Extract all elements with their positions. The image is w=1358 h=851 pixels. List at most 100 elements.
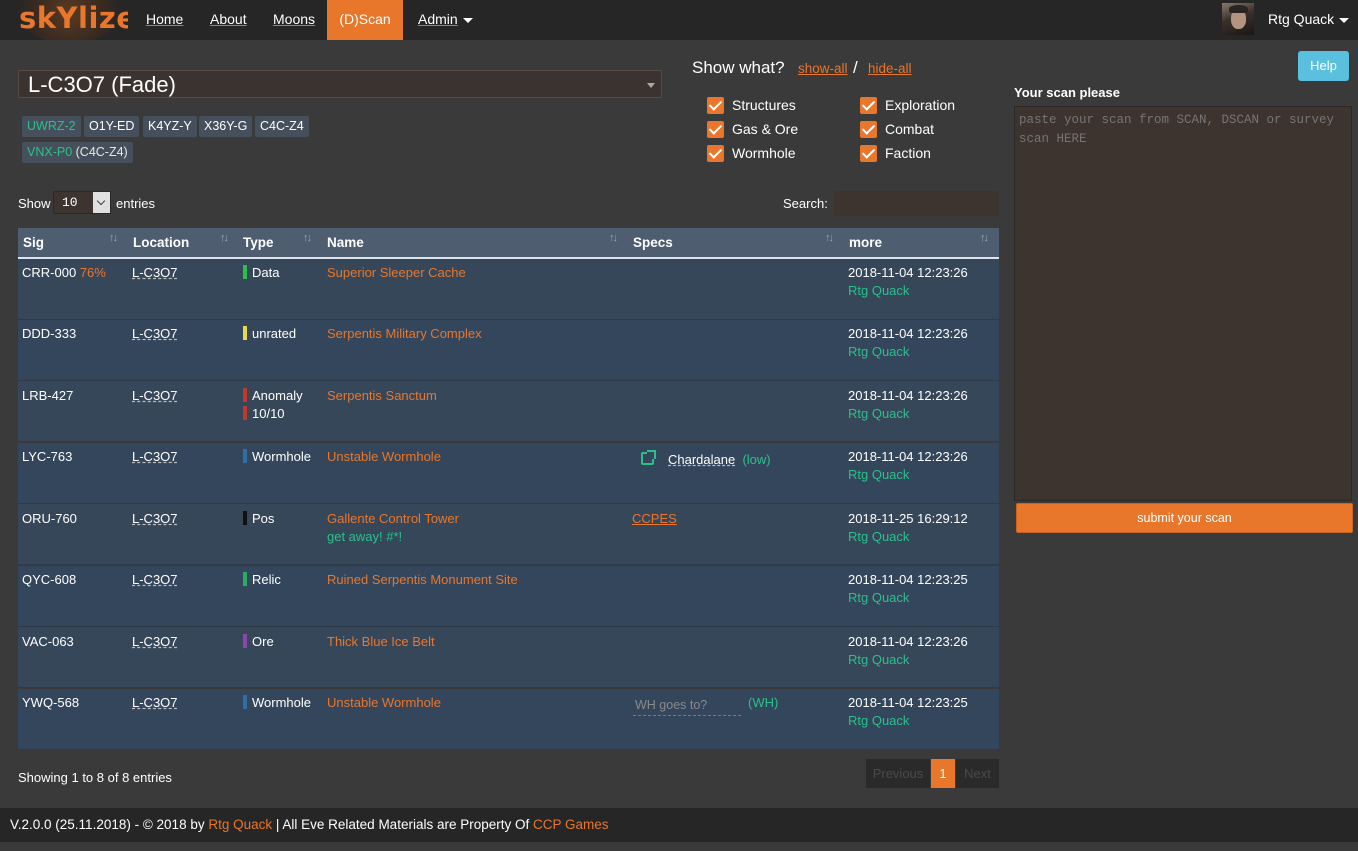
name-link[interactable]: Serpentis Sanctum [327, 388, 437, 403]
column-more[interactable]: more [849, 235, 882, 250]
location-link[interactable]: L-C3O7 [132, 388, 178, 403]
type-label: Pos [252, 511, 275, 526]
hide-all-link[interactable]: hide-all [868, 61, 912, 76]
system-select[interactable]: L-C3O7 (Fade) [18, 70, 662, 98]
date-cell: 2018-11-25 16:29:12 [848, 511, 968, 526]
sort-icon[interactable]: ↑↓ [220, 232, 229, 244]
corporation-link[interactable]: CCPES [632, 511, 677, 526]
sort-icon[interactable]: ↑↓ [303, 232, 312, 244]
search-input[interactable] [834, 191, 999, 216]
destination-link[interactable]: Chardalane [668, 452, 735, 467]
combat-checkbox[interactable] [860, 121, 877, 138]
type-label: unrated [252, 326, 297, 341]
logo[interactable]: skYlizer [10, 0, 128, 40]
name-link[interactable]: Unstable Wormhole [327, 449, 441, 464]
nav-about[interactable]: About [210, 0, 247, 40]
author-cell[interactable]: Rtg Quack [848, 590, 909, 605]
combat-label: Combat [885, 121, 935, 137]
location-link[interactable]: L-C3O7 [132, 511, 178, 526]
sort-icon[interactable]: ↑↓ [980, 232, 989, 244]
table-row[interactable]: LRB-427 L-C3O7 Anomaly 10/10 Serpentis S… [18, 381, 999, 442]
sort-icon[interactable]: ↑↓ [825, 232, 834, 244]
table-row[interactable]: CRR-000 76% L-C3O7 Data Superior Sleeper… [18, 259, 999, 320]
table-row[interactable]: LYC-763 L-C3O7 Wormhole Unstable Wormhol… [18, 443, 999, 504]
type-label: Data [252, 265, 280, 280]
table-row[interactable]: YWQ-568 L-C3O7 Wormhole Unstable Wormhol… [18, 689, 999, 750]
author-cell[interactable]: Rtg Quack [848, 652, 909, 667]
wh-destination-input[interactable]: WH goes to? [633, 694, 741, 716]
column-name[interactable]: Name [327, 235, 364, 250]
footer-author-link[interactable]: Rtg Quack [208, 817, 272, 832]
location-link[interactable]: L-C3O7 [132, 449, 178, 464]
user-name: Rtg Quack [1268, 11, 1335, 27]
gas-ore-checkbox[interactable] [707, 121, 724, 138]
nav-home[interactable]: Home [146, 0, 183, 40]
avatar[interactable] [1222, 3, 1254, 35]
location-link[interactable]: L-C3O7 [132, 634, 178, 649]
page-1-button[interactable]: 1 [931, 759, 955, 788]
name-link[interactable]: Gallente Control Tower [327, 511, 459, 526]
nav-moons[interactable]: Moons [273, 0, 315, 40]
wormhole-checkbox[interactable] [707, 145, 724, 162]
name-link[interactable]: Serpentis Military Complex [327, 326, 482, 341]
table-row[interactable]: QYC-608 L-C3O7 Relic Ruined Serpentis Mo… [18, 566, 999, 627]
sig-id: DDD-333 [22, 326, 77, 341]
neighbor-system-tag[interactable]: X36Y-G [199, 116, 253, 137]
neighbor-system-tag[interactable]: C4C-Z4 [255, 116, 309, 137]
table-header: Sig ↑↓ Location ↑↓ Type ↑↓ Name ↑↓ Specs… [18, 228, 999, 259]
user-menu[interactable]: Rtg Quack [1268, 0, 1350, 39]
show-all-link[interactable]: show-all [798, 61, 848, 76]
author-cell[interactable]: Rtg Quack [848, 713, 909, 728]
external-link-icon[interactable] [641, 450, 656, 465]
type-color-bar [243, 388, 247, 402]
location-link[interactable]: L-C3O7 [132, 265, 178, 280]
neighbor-system-tag[interactable]: UWRZ-2 [22, 116, 81, 137]
faction-checkbox[interactable] [860, 145, 877, 162]
location-link[interactable]: L-C3O7 [132, 572, 178, 587]
nav-admin[interactable]: Admin [418, 0, 473, 40]
entries-select[interactable]: 10 [53, 191, 111, 214]
table-row[interactable]: VAC-063 L-C3O7 Ore Thick Blue Ice Belt 2… [18, 627, 999, 688]
sort-icon[interactable]: ↑↓ [109, 232, 118, 244]
location-link[interactable]: L-C3O7 [132, 326, 178, 341]
table-row[interactable]: ORU-760 L-C3O7 Pos Gallente Control Towe… [18, 504, 999, 565]
neighbor-system-tag[interactable]: O1Y-ED [84, 116, 140, 137]
footer: V.2.0.0 (25.11.2018) - © 2018 by Rtg Qua… [0, 808, 1358, 842]
column-specs[interactable]: Specs [633, 235, 673, 250]
date-cell: 2018-11-04 12:23:25 [848, 695, 968, 710]
type-color-bar [243, 406, 247, 420]
help-button[interactable]: Help [1298, 51, 1349, 81]
footer-ccp-link[interactable]: CCP Games [533, 817, 609, 832]
author-cell[interactable]: Rtg Quack [848, 467, 909, 482]
extra-system-tag[interactable]: VNX-P0 (C4C-Z4) [22, 142, 133, 163]
next-page-button[interactable]: Next [956, 759, 999, 788]
location-link[interactable]: L-C3O7 [132, 695, 178, 710]
author-cell[interactable]: Rtg Quack [848, 283, 909, 298]
logo-text: skYlizer [19, 1, 128, 35]
author-cell[interactable]: Rtg Quack [848, 529, 909, 544]
table-info: Showing 1 to 8 of 8 entries [18, 770, 172, 785]
author-cell[interactable]: Rtg Quack [848, 406, 909, 421]
table-row[interactable]: DDD-333 L-C3O7 unrated Serpentis Militar… [18, 320, 999, 381]
sort-icon[interactable]: ↑↓ [609, 232, 618, 244]
gas-ore-label: Gas & Ore [732, 121, 799, 137]
column-type[interactable]: Type [243, 235, 274, 250]
column-sig[interactable]: Sig [23, 235, 44, 250]
name-link[interactable]: Thick Blue Ice Belt [327, 634, 435, 649]
column-location[interactable]: Location [133, 235, 189, 250]
exploration-checkbox[interactable] [860, 97, 877, 114]
name-link[interactable]: Ruined Serpentis Monument Site [327, 572, 518, 587]
structures-checkbox[interactable] [707, 97, 724, 114]
search-label: Search: [783, 196, 828, 211]
scan-input[interactable] [1014, 106, 1352, 501]
scan-title: Your scan please [1014, 85, 1120, 100]
submit-scan-button[interactable]: submit your scan [1016, 503, 1353, 533]
type-color-bar [243, 634, 247, 648]
author-cell[interactable]: Rtg Quack [848, 344, 909, 359]
name-link[interactable]: Unstable Wormhole [327, 695, 441, 710]
name-link[interactable]: Superior Sleeper Cache [327, 265, 466, 280]
neighbor-system-tag[interactable]: K4YZ-Y [143, 116, 197, 137]
type-cell: Relic [243, 572, 281, 587]
nav-dscan[interactable]: (D)Scan [327, 0, 403, 40]
previous-page-button[interactable]: Previous [866, 759, 930, 788]
